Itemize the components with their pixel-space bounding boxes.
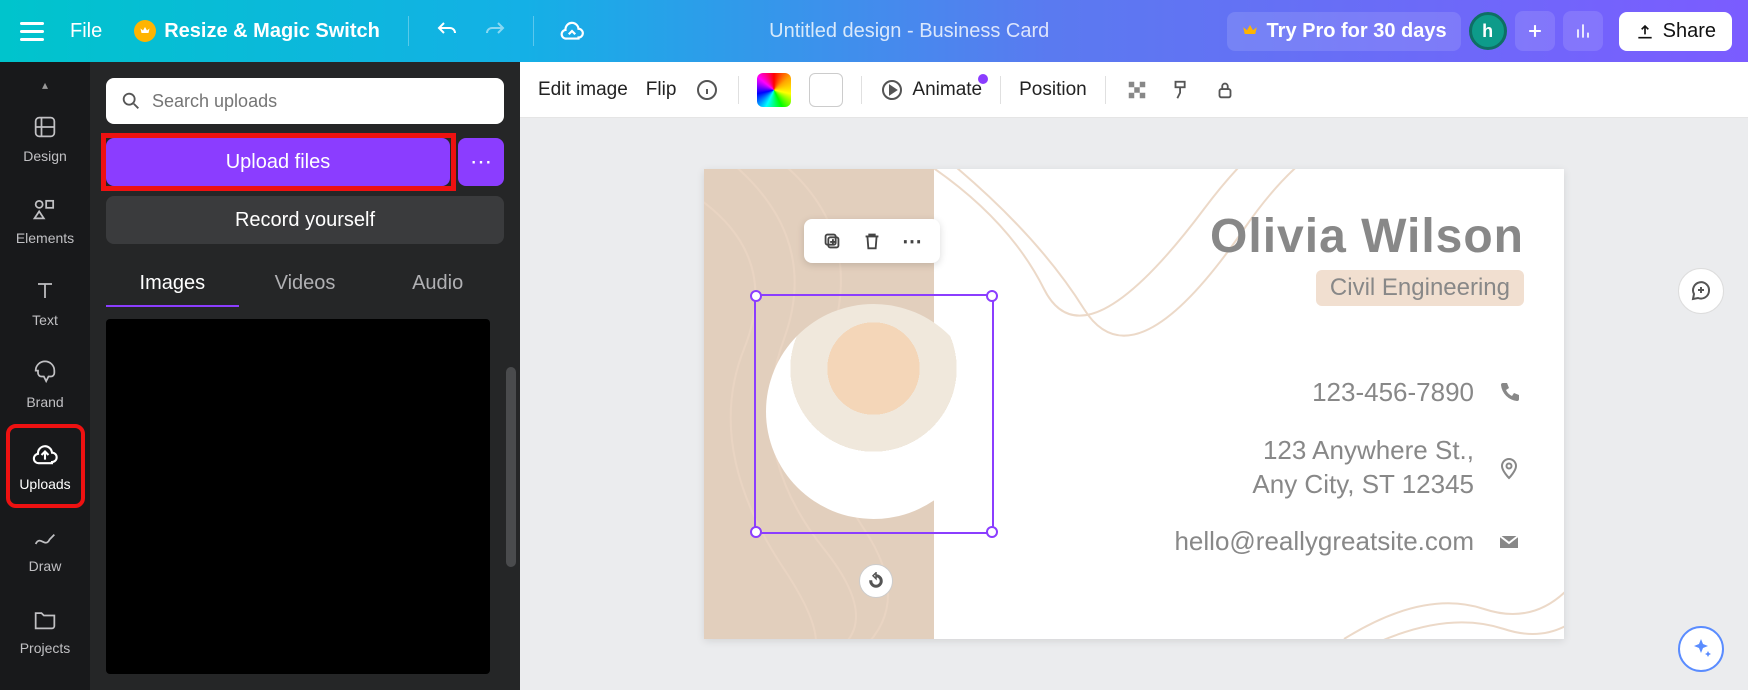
transparency-button[interactable] xyxy=(1124,77,1150,103)
resize-handle-ne[interactable] xyxy=(986,290,998,302)
phone-row[interactable]: 123-456-7890 xyxy=(1312,376,1524,410)
bg-color-swatch[interactable] xyxy=(809,73,843,107)
address-text: 123 Anywhere St.,Any City, ST 12345 xyxy=(1252,434,1474,502)
separator xyxy=(861,76,862,104)
nav-label: Uploads xyxy=(19,476,70,492)
resize-handle-nw[interactable] xyxy=(750,290,762,302)
selection-box[interactable] xyxy=(754,294,994,534)
separator xyxy=(1105,76,1106,104)
main-menu-button[interactable] xyxy=(16,18,48,45)
nav-label: Projects xyxy=(20,640,71,656)
add-member-button[interactable] xyxy=(1515,11,1555,51)
rotate-handle[interactable] xyxy=(859,564,893,598)
business-card-canvas[interactable]: ⋯ Olivia Wilson Civil Engineering 123-45… xyxy=(704,169,1564,639)
more-icon[interactable]: ⋯ xyxy=(900,229,924,253)
tab-images[interactable]: Images xyxy=(106,262,239,307)
try-pro-button[interactable]: Try Pro for 30 days xyxy=(1227,12,1461,51)
position-button[interactable]: Position xyxy=(1019,79,1087,101)
share-button[interactable]: Share xyxy=(1619,12,1732,51)
email-text: hello@reallygreatsite.com xyxy=(1174,525,1474,559)
upload-tabs: Images Videos Audio xyxy=(106,262,504,307)
copy-style-button[interactable] xyxy=(1168,77,1194,103)
separator xyxy=(738,76,739,104)
animate-button[interactable]: Animate xyxy=(880,78,982,102)
email-row[interactable]: hello@reallygreatsite.com xyxy=(1174,525,1524,559)
draw-icon xyxy=(31,522,59,552)
address-row[interactable]: 123 Anywhere St.,Any City, ST 12345 xyxy=(1252,434,1524,502)
upload-more-button[interactable]: ⋯ xyxy=(458,138,504,186)
user-avatar[interactable]: h xyxy=(1469,12,1507,50)
left-nav-rail: ▴ Design Elements Text Brand Uploads Dra… xyxy=(0,62,90,690)
nav-projects[interactable]: Projects xyxy=(8,590,83,670)
nav-elements[interactable]: Elements xyxy=(8,180,83,260)
flip-button[interactable]: Flip xyxy=(646,79,677,101)
separator xyxy=(1000,76,1001,104)
uploads-icon xyxy=(31,440,59,470)
nav-design[interactable]: Design xyxy=(8,98,83,178)
card-name[interactable]: Olivia Wilson xyxy=(1084,209,1524,264)
search-icon xyxy=(120,90,142,112)
mail-icon xyxy=(1494,530,1524,554)
share-label: Share xyxy=(1663,20,1716,43)
nav-label: Draw xyxy=(29,558,62,574)
pin-icon xyxy=(1494,454,1524,482)
edit-image-button[interactable]: Edit image xyxy=(538,79,628,101)
record-yourself-button[interactable]: Record yourself xyxy=(106,196,504,244)
color-picker[interactable] xyxy=(757,73,791,107)
delete-icon[interactable] xyxy=(860,229,884,253)
animate-icon xyxy=(880,78,904,102)
resize-handle-sw[interactable] xyxy=(750,526,762,538)
nav-label: Design xyxy=(23,148,67,164)
nav-label: Brand xyxy=(26,394,63,410)
card-text-block: Olivia Wilson Civil Engineering 123-456-… xyxy=(1084,209,1524,559)
upload-thumbnail[interactable] xyxy=(106,319,490,674)
animate-label: Animate xyxy=(912,79,982,101)
search-input[interactable] xyxy=(152,91,490,112)
context-toolbar: Edit image Flip Animate Position xyxy=(520,62,1748,118)
crown-icon xyxy=(1241,22,1259,40)
separator xyxy=(533,16,534,46)
nav-uploads[interactable]: Uploads xyxy=(8,426,83,506)
search-uploads[interactable] xyxy=(106,78,504,124)
undo-button[interactable] xyxy=(427,11,467,51)
element-floating-toolbar: ⋯ xyxy=(804,219,940,263)
new-badge-dot xyxy=(978,74,988,84)
phone-icon xyxy=(1494,381,1524,405)
file-menu[interactable]: File xyxy=(56,20,116,43)
ai-assistant-button[interactable] xyxy=(1678,626,1724,672)
document-title[interactable]: Untitled design - Business Card xyxy=(600,20,1219,43)
uploads-panel: Upload files ⋯ Record yourself Images Vi… xyxy=(90,62,520,690)
comment-add-button[interactable] xyxy=(1678,268,1724,314)
insights-button[interactable] xyxy=(1563,11,1603,51)
resize-label: Resize & Magic Switch xyxy=(164,20,380,43)
nav-brand[interactable]: Brand xyxy=(8,344,83,424)
lock-button[interactable] xyxy=(1212,77,1238,103)
nav-label: Text xyxy=(32,312,58,328)
resize-handle-se[interactable] xyxy=(986,526,998,538)
brand-icon xyxy=(31,358,59,388)
nav-draw[interactable]: Draw xyxy=(8,508,83,588)
resize-magic-switch[interactable]: Resize & Magic Switch xyxy=(124,14,390,49)
nav-label: Elements xyxy=(16,230,74,246)
duplicate-icon[interactable] xyxy=(820,229,844,253)
info-icon[interactable] xyxy=(694,77,720,103)
panel-scrollbar[interactable] xyxy=(506,367,516,567)
crown-icon xyxy=(134,20,156,42)
phone-text: 123-456-7890 xyxy=(1312,376,1474,410)
elements-icon xyxy=(31,194,59,224)
try-pro-label: Try Pro for 30 days xyxy=(1267,20,1447,43)
tab-audio[interactable]: Audio xyxy=(371,262,504,307)
nav-text[interactable]: Text xyxy=(8,262,83,342)
text-icon xyxy=(31,276,59,306)
tab-videos[interactable]: Videos xyxy=(239,262,372,307)
card-role[interactable]: Civil Engineering xyxy=(1316,270,1524,306)
projects-icon xyxy=(31,604,59,634)
upload-files-button[interactable]: Upload files xyxy=(106,138,450,186)
rail-collapse-handle[interactable]: ▴ xyxy=(0,76,90,94)
redo-button[interactable] xyxy=(475,11,515,51)
separator xyxy=(408,16,409,46)
cloud-sync-icon[interactable] xyxy=(552,11,592,51)
share-icon xyxy=(1635,21,1655,41)
design-icon xyxy=(31,112,59,142)
